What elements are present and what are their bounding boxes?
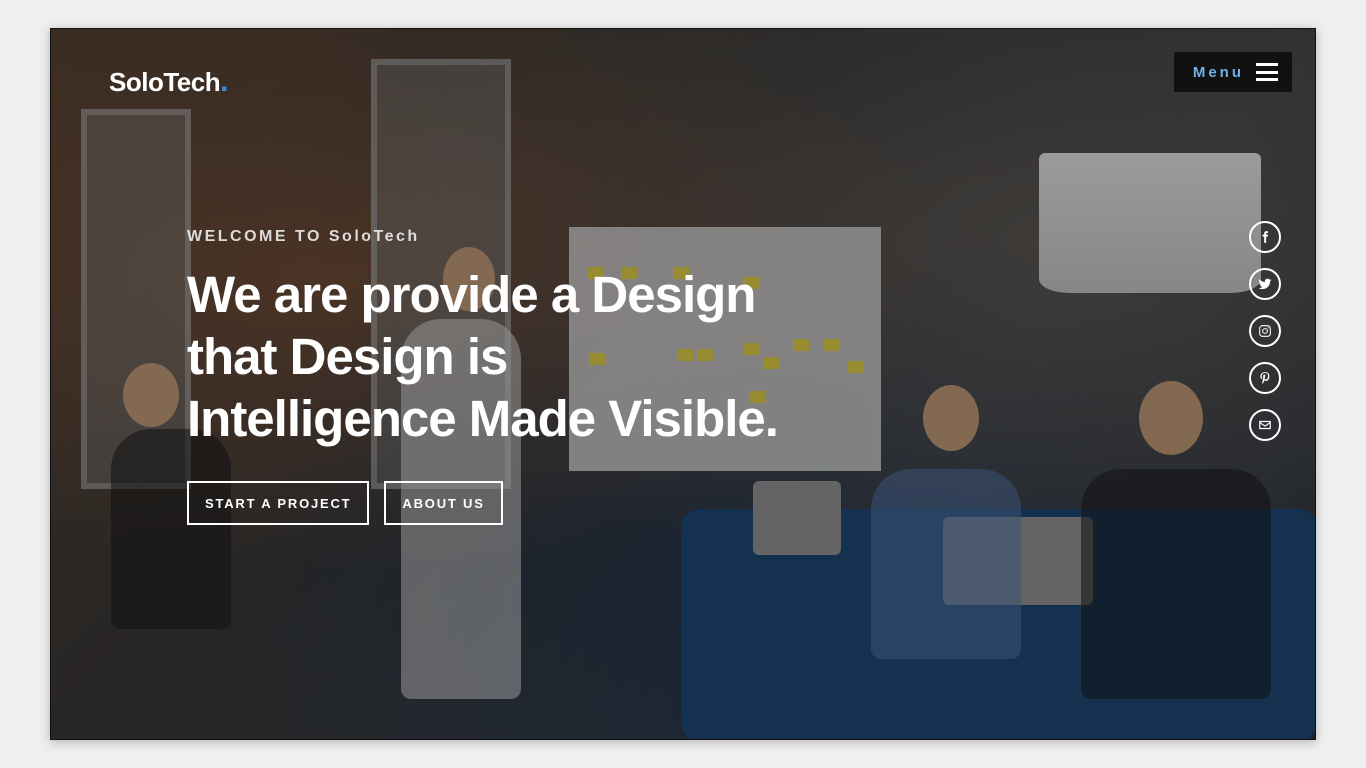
hero-content: WELCOME TO SoloTech We are provide a Des… xyxy=(187,228,887,450)
facebook-icon xyxy=(1262,231,1268,243)
twitter-link[interactable] xyxy=(1249,268,1281,300)
hero-headline: We are provide a Design that Design is I… xyxy=(187,266,779,447)
about-us-button[interactable]: ABOUT US xyxy=(384,481,503,525)
hamburger-icon xyxy=(1256,63,1278,81)
site-logo[interactable]: SoloTech. xyxy=(109,65,228,99)
menu-button[interactable]: Menu xyxy=(1174,52,1292,92)
twitter-icon xyxy=(1258,278,1272,290)
logo-text: SoloTech xyxy=(109,67,221,97)
welcome-text: WELCOME TO SoloTech xyxy=(187,228,420,245)
pinterest-link[interactable] xyxy=(1249,362,1281,394)
pinterest-icon xyxy=(1260,372,1270,385)
logo-dot: . xyxy=(220,65,228,98)
social-links xyxy=(1249,221,1281,441)
facebook-link[interactable] xyxy=(1249,221,1281,253)
hero-buttons: START A PROJECT ABOUT US xyxy=(187,481,503,525)
instagram-link[interactable] xyxy=(1249,315,1281,347)
email-link[interactable] xyxy=(1249,409,1281,441)
start-project-button[interactable]: START A PROJECT xyxy=(187,481,370,525)
menu-label: Menu xyxy=(1192,63,1244,81)
envelope-icon xyxy=(1259,420,1271,430)
instagram-icon xyxy=(1259,325,1271,337)
hero-section: SoloTech. Menu WELCOME TO SoloTech We ar… xyxy=(50,28,1316,740)
